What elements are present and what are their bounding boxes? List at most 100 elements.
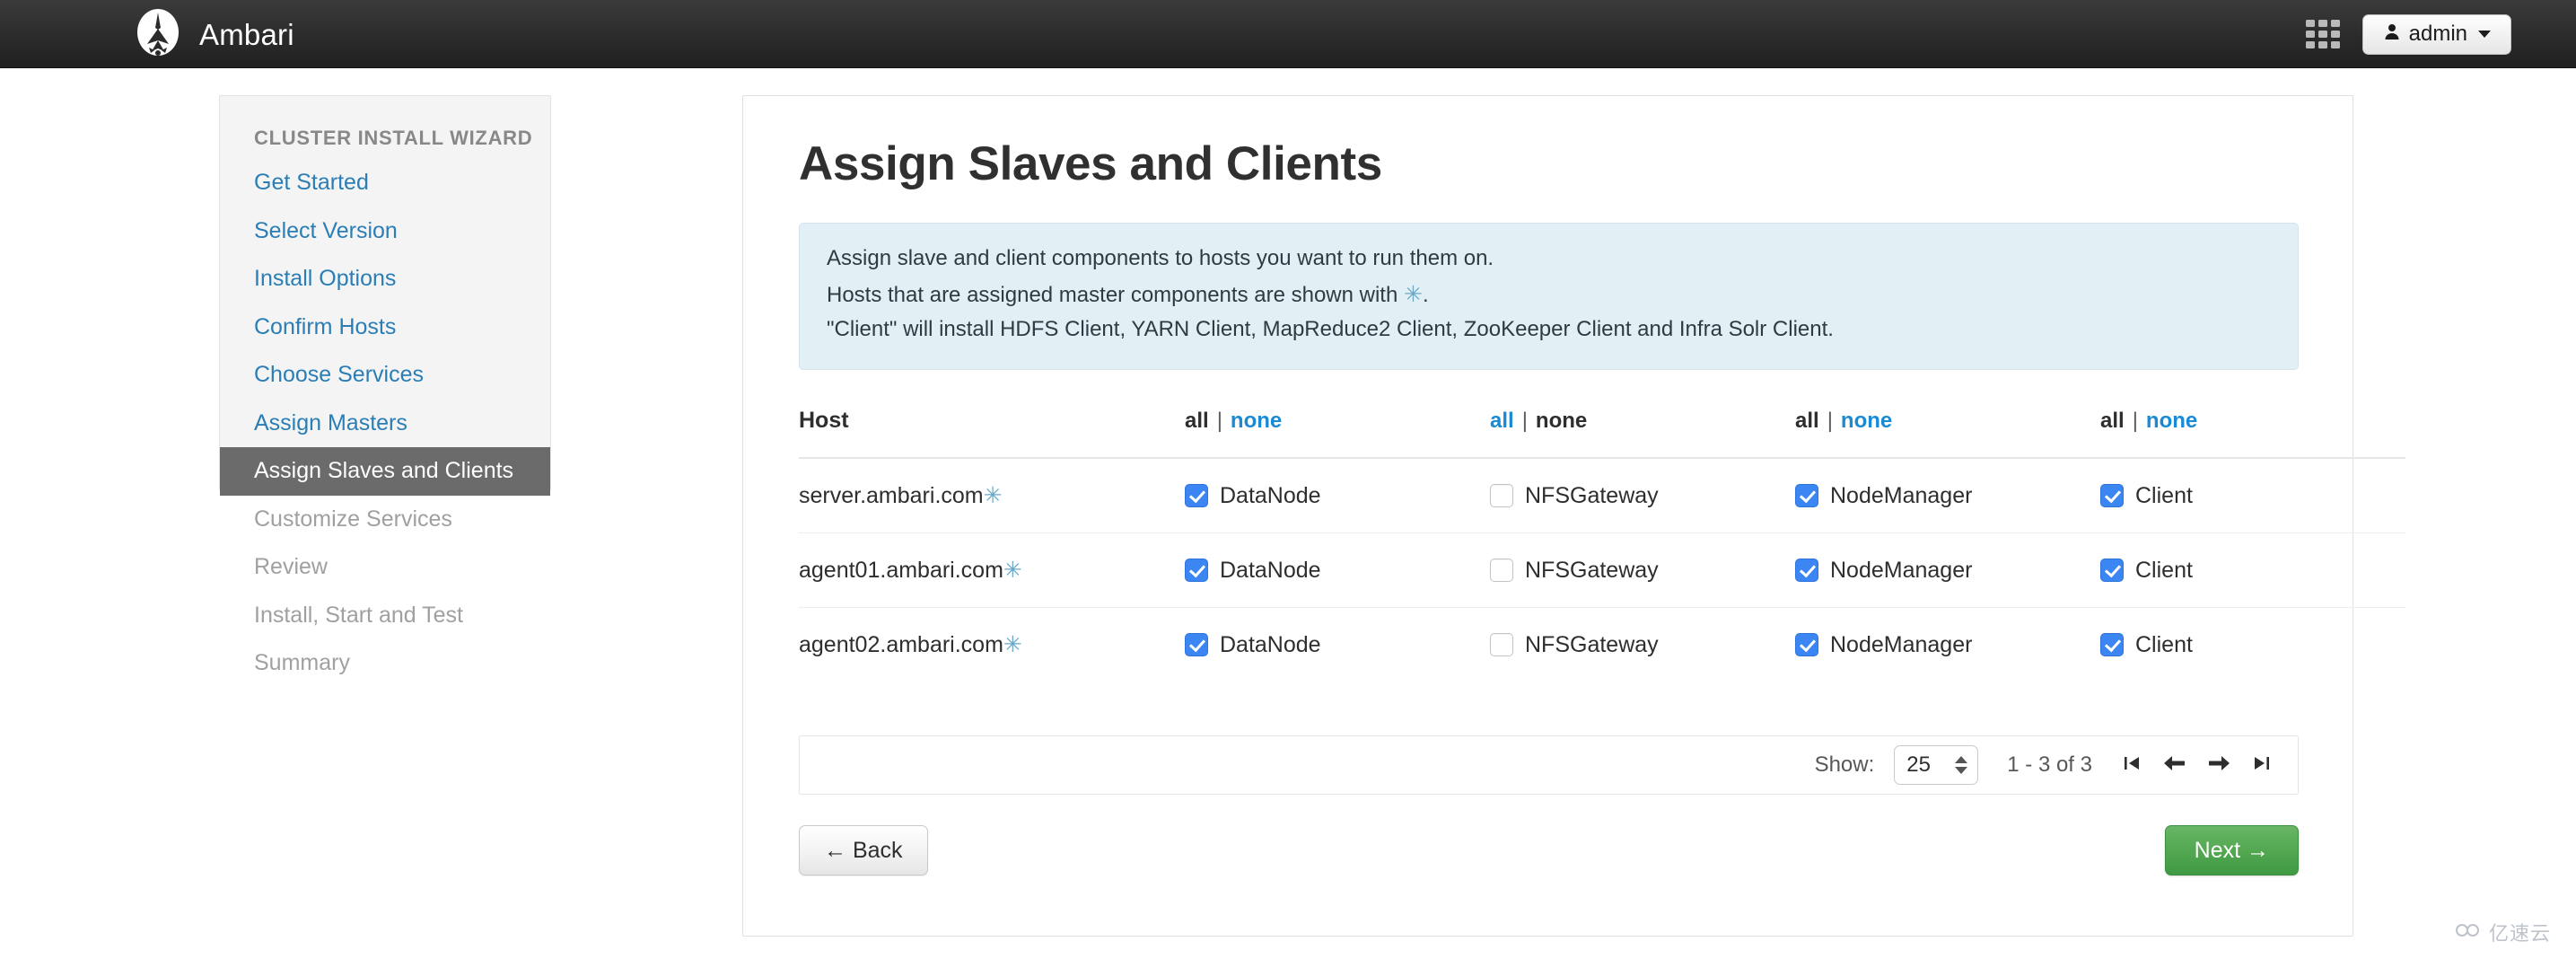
toggle-group-datanode: all | none	[1185, 409, 1282, 433]
show-label: Show:	[1814, 752, 1875, 778]
brand-home-link[interactable]: Ambari	[135, 0, 294, 68]
component-checkbox-group[interactable]: Client	[2100, 632, 2405, 658]
component-checkbox-group[interactable]: DataNode	[1185, 632, 1490, 658]
table-head: Host all | none all | none all | none all | none	[799, 408, 2405, 460]
checkbox-client[interactable]	[2100, 633, 2124, 657]
last-page-icon[interactable]	[2251, 752, 2273, 779]
host-name: agent01.ambari.com	[799, 558, 1003, 584]
checkbox-nfsgateway[interactable]	[1490, 633, 1513, 657]
component-cell-datanode: DataNode	[1185, 532, 1490, 609]
previous-page-icon[interactable]	[2163, 752, 2186, 779]
top-navbar: Ambari admin	[0, 0, 2576, 68]
next-button[interactable]: Next →	[2164, 825, 2299, 876]
watermark-text: 亿速云	[2488, 922, 2551, 945]
sidebar-item-assign-slaves-and-clients: Assign Slaves and Clients	[220, 447, 550, 496]
master-star-icon: ✳	[1003, 558, 1022, 584]
toggle-separator: |	[1521, 409, 1528, 434]
table-header-row: Host all | none all | none all | none all | none	[799, 408, 2405, 460]
sidebar-item-install-options[interactable]: Install Options	[220, 255, 550, 304]
component-cell-datanode: DataNode	[1185, 458, 1490, 534]
host-name: agent02.ambari.com	[799, 632, 1003, 658]
user-menu-button[interactable]: admin	[2361, 13, 2511, 55]
sidebar-item-choose-services[interactable]: Choose Services	[220, 351, 550, 400]
sidebar-item-get-started[interactable]: Get Started	[220, 159, 550, 207]
toggle-group-client: all | none	[2100, 409, 2197, 433]
info-line-2-period: .	[1422, 282, 1429, 307]
checkbox-datanode[interactable]	[1185, 559, 1208, 583]
info-line-1: Assign slave and client components to ho…	[827, 245, 1494, 270]
component-label: NodeManager	[1830, 631, 1973, 657]
column-header-client: all | none	[2100, 408, 2405, 460]
pagination-nav-group	[2121, 752, 2273, 779]
grid-apps-icon[interactable]	[2305, 16, 2341, 52]
pagination-bar: Show: 25 1 - 3 of 3	[799, 735, 2299, 796]
table-body: server.ambari.com✳ DataNode NFSGateway Node…	[799, 458, 2405, 682]
checkbox-datanode[interactable]	[1185, 633, 1208, 657]
component-checkbox-group[interactable]: Client	[2100, 558, 2405, 584]
select-none-nfsgateway: none	[1535, 409, 1588, 434]
select-none-client[interactable]: none	[2146, 409, 2197, 433]
column-header-nodemanager: all | none	[1795, 408, 2100, 460]
navbar-right-group: admin	[2305, 0, 2511, 68]
sidebar-item-confirm-hosts[interactable]: Confirm Hosts	[220, 304, 550, 352]
checkbox-nfsgateway[interactable]	[1490, 559, 1513, 583]
sidebar-item-review: Review	[254, 554, 328, 580]
page-size-select[interactable]: 25	[1894, 745, 1979, 786]
checkbox-nodemanager[interactable]	[1795, 484, 1818, 508]
host-name-cell: server.ambari.com✳	[799, 458, 1185, 534]
component-checkbox-group[interactable]: NodeManager	[1795, 632, 2100, 658]
select-all-datanode: all	[1185, 409, 1209, 434]
watermark: 亿速云	[2455, 918, 2551, 946]
component-cell-nodemanager: NodeManager	[1795, 458, 2100, 534]
user-person-icon	[2383, 22, 2401, 47]
toggle-separator: |	[1827, 409, 1833, 434]
checkbox-client[interactable]	[2100, 559, 2124, 583]
wizard-sidebar: CLUSTER INSTALL WIZARD Get Started Select…	[219, 95, 551, 675]
sidebar-item-select-version[interactable]: Select Version	[220, 207, 550, 256]
sidebar-item-assign-masters[interactable]: Assign Masters	[220, 400, 550, 448]
select-none-nodemanager[interactable]: none	[1841, 409, 1892, 433]
host-name: server.ambari.com	[799, 483, 984, 509]
checkbox-nodemanager[interactable]	[1795, 633, 1818, 657]
component-checkbox-group[interactable]: NFSGateway	[1490, 558, 1795, 584]
component-checkbox-group[interactable]: Client	[2100, 483, 2405, 509]
component-cell-nfsgateway: NFSGateway	[1490, 608, 1795, 682]
info-line-3: "Client" will install HDFS Client, YARN …	[827, 317, 1834, 342]
component-checkbox-group[interactable]: DataNode	[1185, 558, 1490, 584]
main-content-panel: Assign Slaves and Clients Assign slave a…	[742, 95, 2405, 937]
sidebar-item-summary: Summary	[254, 650, 350, 676]
cloud-icon	[2455, 920, 2482, 944]
select-all-nodemanager: all	[1795, 409, 1819, 434]
select-none-datanode[interactable]: none	[1231, 409, 1282, 433]
toggle-group-nodemanager: all | none	[1795, 409, 1892, 433]
sidebar-item-customize-services: Customize Services	[254, 506, 452, 532]
checkbox-nfsgateway[interactable]	[1490, 484, 1513, 508]
component-label: DataNode	[1220, 631, 1321, 657]
component-checkbox-group[interactable]: DataNode	[1185, 483, 1490, 509]
component-label: Client	[2135, 557, 2193, 583]
checkbox-client[interactable]	[2100, 484, 2124, 508]
host-name-cell: agent01.ambari.com✳	[799, 532, 1185, 609]
component-label: NodeManager	[1830, 557, 1973, 583]
next-page-icon[interactable]	[2207, 752, 2230, 779]
component-checkbox-group[interactable]: NFSGateway	[1490, 483, 1795, 509]
chevron-down-icon	[2478, 31, 2491, 38]
component-cell-nodemanager: NodeManager	[1795, 608, 2100, 682]
back-button[interactable]: ← Back	[799, 825, 928, 876]
first-page-icon[interactable]	[2121, 752, 2142, 779]
page-title: Assign Slaves and Clients	[799, 137, 1382, 190]
column-header-nfsgateway: all | none	[1490, 408, 1795, 460]
component-cell-client: Client	[2100, 532, 2405, 609]
stepper-arrows-icon[interactable]	[1955, 756, 1968, 775]
component-checkbox-group[interactable]: NFSGateway	[1490, 632, 1795, 658]
checkbox-nodemanager[interactable]	[1795, 559, 1818, 583]
component-label: Client	[2135, 631, 2193, 657]
component-label: DataNode	[1220, 482, 1321, 508]
component-checkbox-group[interactable]: NodeManager	[1795, 483, 2100, 509]
component-checkbox-group[interactable]: NodeManager	[1795, 558, 2100, 584]
component-label: NFSGateway	[1525, 482, 1659, 508]
component-cell-nodemanager: NodeManager	[1795, 532, 2100, 609]
select-all-client: all	[2100, 409, 2125, 434]
checkbox-datanode[interactable]	[1185, 484, 1208, 508]
select-all-nfsgateway[interactable]: all	[1490, 409, 1514, 433]
